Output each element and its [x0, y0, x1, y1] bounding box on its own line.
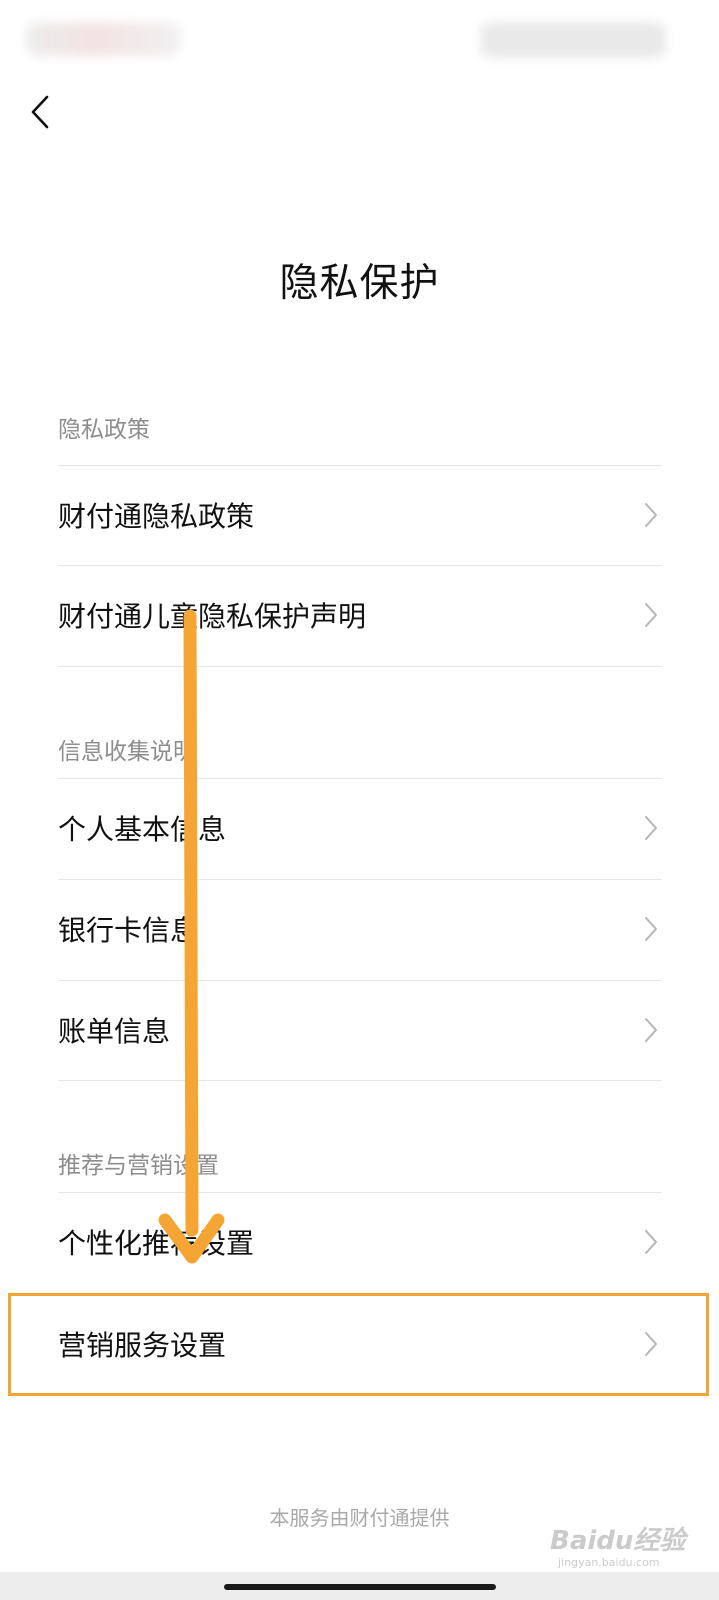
section-header-info-collection: 信息收集说明 [58, 739, 196, 765]
list-item-marketing-service[interactable]: 营销服务设置 [0, 1295, 719, 1393]
divider [58, 1080, 662, 1081]
section-header-recommendation-marketing: 推荐与营销设置 [58, 1153, 219, 1179]
chevron-right-icon [645, 917, 657, 941]
list-item-personalized-recommendation[interactable]: 个性化推荐设置 [0, 1193, 719, 1291]
list-item-child-privacy[interactable]: 财付通儿童隐私保护声明 [0, 566, 719, 664]
list-item-label: 个性化推荐设置 [58, 1227, 255, 1260]
chevron-right-icon [645, 1332, 657, 1356]
list-item-bill-info[interactable]: 账单信息 [0, 981, 719, 1079]
list-item-label: 账单信息 [58, 1015, 171, 1048]
chevron-right-icon [645, 603, 657, 627]
chevron-right-icon [645, 816, 657, 840]
list-item-privacy-policy[interactable]: 财付通隐私政策 [0, 466, 719, 564]
watermark-main-text: Baidu经验 [550, 1526, 686, 1556]
list-item-label: 财付通隐私政策 [58, 500, 255, 533]
list-item-label: 个人基本信息 [58, 813, 227, 846]
list-item-personal-info[interactable]: 个人基本信息 [0, 779, 719, 877]
section-header-privacy-policy: 隐私政策 [58, 417, 150, 443]
list-item-bank-card-info[interactable]: 银行卡信息 [0, 880, 719, 978]
chevron-right-icon [645, 1018, 657, 1042]
list-item-label: 财付通儿童隐私保护声明 [58, 600, 367, 633]
chevron-right-icon [645, 503, 657, 527]
chevron-left-icon [31, 95, 49, 129]
page-title: 隐私保护 [279, 261, 440, 306]
divider [58, 666, 662, 667]
watermark-sub-text: jingyan.baidu.com [558, 1556, 660, 1569]
home-indicator[interactable] [224, 1584, 496, 1590]
back-button[interactable] [22, 92, 58, 132]
status-bar-left [26, 22, 181, 56]
list-item-label: 营销服务设置 [58, 1329, 227, 1362]
watermark-logo: Baidu经验 jingyan.baidu.com [550, 1520, 710, 1580]
status-bar-right [480, 22, 666, 58]
chevron-right-icon [645, 1230, 657, 1254]
list-item-label: 银行卡信息 [58, 914, 199, 947]
